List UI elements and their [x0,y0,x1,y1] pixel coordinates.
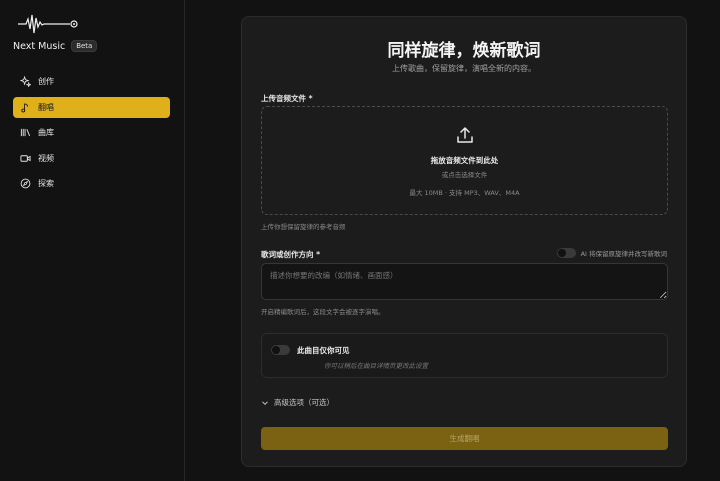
sidebar-item-cover[interactable]: 翻唱 [13,96,170,118]
sidebar: Next Music Beta 创作 翻唱 曲库 视频 探索 [0,0,185,481]
page-subtitle: 上传歌曲，保留旋律，演唱全新的内容。 [392,64,536,73]
sidebar-item-video[interactable]: 视频 [13,148,170,169]
lyrics-label: 歌词或创作方向 * [261,250,321,259]
ai-rewrite-toggle-group: AI 将保留原旋律并改写新歌词 [556,248,667,258]
privacy-subtitle: 你可以稍后在曲目详情页更改此设置 [324,362,428,370]
advanced-options-toggle[interactable]: 高级选项（可选） [261,397,334,408]
dropzone-limit: 最大 10MB · 支持 MP3、WAV、M4A [409,189,520,197]
privacy-title: 此曲目仅你可见 [297,346,350,355]
advanced-options-label: 高级选项（可选） [274,398,334,407]
video-icon [20,154,31,162]
sidebar-item-label: 曲库 [38,128,54,137]
logo-waveform-icon [18,14,78,34]
cover-form-card: 同样旋律，焕新歌词 上传歌曲，保留旋律，演唱全新的内容。 上传音频文件 * 拖放… [241,16,687,467]
privacy-toggle[interactable] [271,345,290,355]
ai-rewrite-toggle[interactable] [556,248,576,258]
page-title: 同样旋律，焕新歌词 [387,41,541,61]
music-note-icon [21,102,29,112]
sidebar-item-create[interactable]: 创作 [13,71,170,92]
chevron-down-icon [262,400,268,405]
sparkle-icon [20,76,31,87]
brand: Next Music Beta [13,40,98,52]
library-icon [20,128,31,137]
generate-cover-button[interactable]: 生成翻唱 [261,427,668,450]
lyrics-hint: 开启精编歌词后，这段文字会被逐字演唱。 [261,308,385,316]
upload-hint: 上传你想保留旋律的参考音频 [261,223,346,231]
sidebar-item-explore[interactable]: 探索 [13,173,170,194]
sidebar-item-label: 探索 [38,179,54,188]
ai-rewrite-label: AI 将保留原旋律并改写新歌词 [580,250,667,258]
dropzone-subtitle: 或点击选择文件 [441,171,488,179]
dropzone-title: 拖放音频文件到此处 [430,156,499,165]
sidebar-item-library[interactable]: 曲库 [13,122,170,143]
sidebar-item-label: 翻唱 [38,102,54,112]
beta-badge: Beta [71,40,98,52]
app-name: Next Music [13,40,66,52]
sidebar-item-label: 视频 [38,153,54,163]
upload-label: 上传音频文件 * [261,94,313,103]
lyrics-input[interactable] [261,263,668,300]
audio-dropzone[interactable]: 拖放音频文件到此处 或点击选择文件 最大 10MB · 支持 MP3、WAV、M… [261,106,668,215]
privacy-box: 此曲目仅你可见 你可以稍后在曲目详情页更改此设置 [261,333,668,378]
upload-icon [457,127,473,143]
sidebar-nav: 创作 翻唱 曲库 视频 探索 [13,71,170,199]
sidebar-item-label: 创作 [38,77,54,86]
compass-icon [20,178,31,189]
